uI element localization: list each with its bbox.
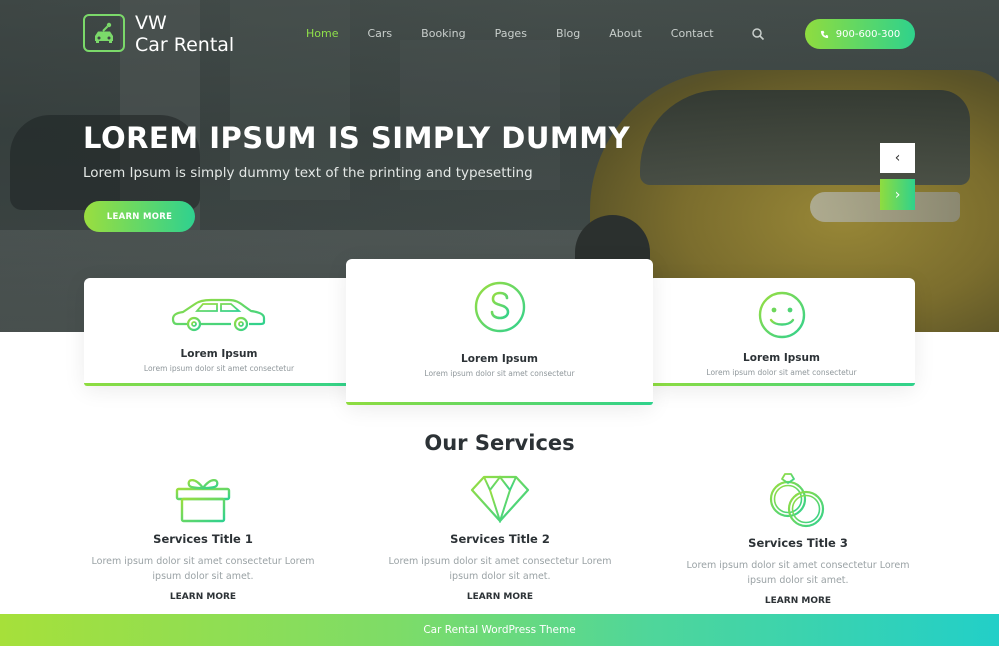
feature-card[interactable]: Lorem Ipsum Lorem ipsum dolor sit amet c… bbox=[84, 278, 354, 386]
service-description-line: Lorem ipsum dolor sit amet consectetur L… bbox=[91, 556, 315, 567]
service-learn-more-link[interactable]: LEARN MORE bbox=[467, 592, 533, 602]
chevron-left-icon: ‹ bbox=[894, 150, 901, 166]
chevron-right-icon: › bbox=[894, 186, 901, 203]
dollar-icon bbox=[474, 281, 525, 333]
rings-icon bbox=[769, 473, 825, 528]
nav-item-booking[interactable]: Booking bbox=[421, 27, 465, 40]
phone-icon bbox=[820, 30, 828, 38]
service-title: Services Title 3 bbox=[748, 536, 848, 550]
search-icon[interactable] bbox=[751, 27, 765, 41]
service-item: Services Title 1 Lorem ipsum dolor sit a… bbox=[73, 468, 333, 603]
diamond-icon bbox=[470, 475, 530, 523]
nav-item-blog[interactable]: Blog bbox=[556, 27, 580, 40]
footer-text: Car Rental WordPress Theme bbox=[423, 624, 576, 636]
service-title: Services Title 1 bbox=[153, 532, 253, 546]
brand-line1: VW bbox=[135, 12, 167, 34]
service-description-line: Lorem ipsum dolor sit amet consectetur L… bbox=[388, 556, 612, 567]
service-description: Lorem ipsum dolor sit amet consectetur L… bbox=[370, 554, 630, 584]
service-description: Lorem ipsum dolor sit amet consectetur L… bbox=[668, 558, 928, 588]
phone-button[interactable]: 900-600-300 bbox=[805, 19, 915, 49]
service-title: Services Title 2 bbox=[450, 532, 550, 546]
feature-card[interactable]: Lorem Ipsum Lorem ipsum dolor sit amet c… bbox=[648, 278, 915, 386]
card-accent-bar bbox=[84, 383, 354, 386]
service-learn-more-link[interactable]: LEARN MORE bbox=[765, 596, 831, 606]
slider-prev-button[interactable]: ‹ bbox=[880, 143, 915, 173]
gift-icon bbox=[175, 479, 231, 523]
service-item: Services Title 3 Lorem ipsum dolor sit a… bbox=[668, 468, 928, 607]
hero-title: LOREM IPSUM IS SIMPLY DUMMY bbox=[83, 121, 631, 155]
service-item: Services Title 2 Lorem ipsum dolor sit a… bbox=[370, 468, 630, 603]
service-description: Lorem ipsum dolor sit amet consectetur L… bbox=[73, 554, 333, 584]
feature-title: Lorem Ipsum bbox=[461, 353, 538, 365]
service-description-line: Lorem ipsum dolor sit amet consectetur L… bbox=[686, 560, 910, 571]
services-heading: Our Services bbox=[424, 431, 575, 455]
nav-item-contact[interactable]: Contact bbox=[671, 27, 714, 40]
hero-subtitle: Lorem Ipsum is simply dummy text of the … bbox=[83, 165, 533, 181]
service-learn-more-link[interactable]: LEARN MORE bbox=[170, 592, 236, 602]
taxi-windshield bbox=[640, 90, 970, 185]
logo-icon-box[interactable] bbox=[83, 14, 125, 52]
feature-title: Lorem Ipsum bbox=[743, 352, 820, 364]
site-logo-text[interactable]: VW Car Rental bbox=[135, 12, 234, 56]
card-accent-bar bbox=[346, 402, 653, 405]
nav-item-home[interactable]: Home bbox=[306, 27, 338, 40]
nav-item-pages[interactable]: Pages bbox=[495, 27, 527, 40]
car-key-icon bbox=[95, 22, 113, 43]
car-icon bbox=[171, 298, 266, 332]
card-accent-bar bbox=[648, 383, 915, 386]
hero-learn-more-button[interactable]: LEARN MORE bbox=[84, 201, 195, 232]
feature-card[interactable]: Lorem Ipsum Lorem ipsum dolor sit amet c… bbox=[346, 259, 653, 405]
brand-line2: Car Rental bbox=[135, 34, 235, 56]
feature-description: Lorem ipsum dolor sit amet consectetur bbox=[706, 368, 857, 377]
feature-title: Lorem Ipsum bbox=[180, 348, 258, 360]
main-nav: Home Cars Booking Pages Blog About Conta… bbox=[306, 27, 743, 40]
footer-bar: Car Rental WordPress Theme bbox=[0, 614, 999, 646]
service-description-line: ipsum dolor sit amet. bbox=[449, 571, 551, 582]
smiley-icon bbox=[758, 291, 805, 339]
service-description-line: ipsum dolor sit amet. bbox=[152, 571, 254, 582]
service-description-line: ipsum dolor sit amet. bbox=[747, 575, 849, 586]
nav-item-about[interactable]: About bbox=[609, 27, 642, 40]
phone-number: 900-600-300 bbox=[835, 28, 901, 40]
nav-item-cars[interactable]: Cars bbox=[367, 27, 392, 40]
slider-next-button[interactable]: › bbox=[880, 179, 915, 210]
feature-description: Lorem ipsum dolor sit amet consectetur bbox=[424, 369, 575, 378]
feature-description: Lorem ipsum dolor sit amet consectetur bbox=[143, 364, 295, 373]
